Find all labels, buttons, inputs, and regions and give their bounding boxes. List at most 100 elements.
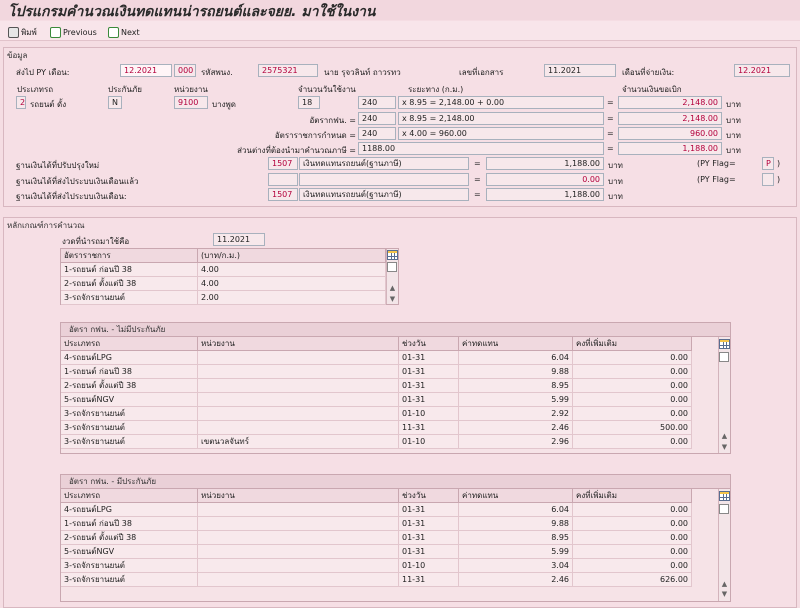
rate-fixed-distance: 240 <box>358 127 396 140</box>
table-cell: 4.00 <box>198 263 386 277</box>
table-cell: 01-10 <box>399 559 459 573</box>
base-send-desc: เงินทดแทนรถยนต์(ฐานภาษี) <box>299 188 469 201</box>
table-row-label: 4-รถยนต์LPG <box>61 351 198 365</box>
py-flag2-field[interactable] <box>762 173 774 186</box>
vehicle-name: รถยนต์ ดั้ง <box>30 100 67 109</box>
rate-fixed-amount: 960.00 <box>618 127 722 140</box>
diff-amount: 1,188.00 <box>618 142 722 155</box>
py-flag-close: ) <box>777 159 781 168</box>
next-button[interactable]: Next <box>108 25 140 39</box>
table-cell: 01-10 <box>399 407 459 421</box>
table-cell: 0.00 <box>573 435 692 449</box>
eq-sign: = <box>474 190 481 199</box>
table-settings-icon[interactable] <box>719 339 730 349</box>
table-row-label: 2-รถยนต์ ตั้งแต่ปี 38 <box>61 379 198 393</box>
select-all-checkbox[interactable] <box>387 262 397 272</box>
table-cell: 01-31 <box>399 503 459 517</box>
eq-sign: = <box>607 98 614 107</box>
py-flag2-close: ) <box>777 175 781 184</box>
scroll-down-icon[interactable]: ▼ <box>387 294 398 304</box>
previous-label: Previous <box>63 27 97 37</box>
select-all-checkbox[interactable] <box>719 504 729 514</box>
unit-code-field[interactable]: 9100 <box>174 96 208 109</box>
baht-unit: บาท <box>608 161 623 170</box>
pay-month-field[interactable]: 12.2021 <box>734 64 790 77</box>
table-row-label: 3-รถจักรยานยนต์ <box>61 573 198 587</box>
send-py-month-field[interactable]: 12.2021 <box>120 64 172 77</box>
table-cell: 11-31 <box>399 421 459 435</box>
table-cell: เขตนวลจันทร์ <box>198 435 399 449</box>
rate-fixed-label: อัตราราชการกำหนด = <box>274 131 356 140</box>
distance-header: ระยะทาง (ก.ม.) <box>408 85 464 94</box>
table-cell <box>198 517 399 531</box>
gov-rates-table: อัตราราชการ (บาท/ก.ม.) 1-รถยนต์ ก่อนปี 38 4… <box>60 248 399 305</box>
select-all-checkbox[interactable] <box>719 352 729 362</box>
table-cell: 01-31 <box>399 379 459 393</box>
base-send-amount: 1,188.00 <box>486 188 604 201</box>
table-settings-icon[interactable] <box>387 250 398 260</box>
uninsured-scrollbar[interactable]: ▲ ▼ <box>718 337 730 453</box>
scroll-down-icon[interactable]: ▼ <box>719 589 730 599</box>
code-field[interactable]: 000 <box>174 64 196 77</box>
table-cell: 2.96 <box>459 435 573 449</box>
scroll-up-icon[interactable]: ▲ <box>719 431 730 441</box>
table-cell: 0.00 <box>573 545 692 559</box>
period-label: งวดที่นำรถมาใช้คือ <box>62 237 130 246</box>
column-header: ค่าทดแทน <box>459 489 573 503</box>
table-cell: 0.00 <box>573 351 692 365</box>
table-cell <box>198 573 399 587</box>
scroll-up-icon[interactable]: ▲ <box>387 283 398 293</box>
emp-name: นาย รุจวลินท์ ถาวรทว <box>324 68 401 77</box>
table-settings-icon[interactable] <box>719 491 730 501</box>
table-cell <box>198 559 399 573</box>
vehicle-code-field[interactable]: 2 <box>16 96 26 109</box>
doc-no-label: เลขที่เอกสาร <box>459 68 504 77</box>
distance-field[interactable]: 240 <box>358 96 396 109</box>
table-row-label: 3-รถจักรยานยนต์ <box>61 559 198 573</box>
baht-unit: บาท <box>726 100 741 109</box>
table-cell: 5.99 <box>459 545 573 559</box>
days-field[interactable]: 18 <box>298 96 320 109</box>
gov-rates-scrollbar[interactable]: ▲ ▼ <box>386 249 398 304</box>
table-cell: 0.00 <box>573 531 692 545</box>
table-cell: 8.95 <box>459 379 573 393</box>
base-new-amount: 1,188.00 <box>486 157 604 170</box>
base-new-label: ฐานเงินได้ที่ปรับปรุงใหม่ <box>16 161 100 170</box>
py-flag-label: (PY Flag= <box>697 159 736 168</box>
insured-scrollbar[interactable]: ▲ ▼ <box>718 489 730 601</box>
table-cell: 11-31 <box>399 573 459 587</box>
uninsured-table-title: อัตรา กฟน. - ไม่มีประกันภัย <box>61 323 730 337</box>
rate-company-distance: 240 <box>358 112 396 125</box>
scroll-down-icon[interactable]: ▼ <box>719 442 730 452</box>
table-cell <box>198 393 399 407</box>
table-row-label: 3-รถจักรยานยนต์ <box>61 435 198 449</box>
insurance-field[interactable]: N <box>108 96 122 109</box>
scroll-up-icon[interactable]: ▲ <box>719 579 730 589</box>
column-header: (บาท/ก.ม.) <box>198 249 386 263</box>
print-label: พิมพ์ <box>21 27 37 37</box>
table-row-label: 5-รถยนต์NGV <box>61 545 198 559</box>
emp-id-field[interactable]: 2575321 <box>258 64 318 77</box>
column-header: หน่วยงาน <box>198 337 399 351</box>
pay-month-label: เดือนที่จ่ายเงิน: <box>622 68 675 77</box>
unit-name: บางพูด <box>212 100 236 109</box>
table-cell: 0.00 <box>573 559 692 573</box>
table-cell: 0.00 <box>573 365 692 379</box>
py-flag-field[interactable]: P <box>762 157 774 170</box>
previous-button[interactable]: Previous <box>50 25 97 39</box>
base-prev-desc <box>299 173 469 186</box>
table-cell: 0.00 <box>573 517 692 531</box>
rate-company-formula: x 8.95 = 2,148.00 <box>398 112 604 125</box>
base-send-code: 1507 <box>268 188 298 201</box>
rate-fixed-formula: x 4.00 = 960.00 <box>398 127 604 140</box>
column-header: คงที่เพิ่มเติม <box>573 337 692 351</box>
table-cell: 0.00 <box>573 379 692 393</box>
table-row-label: 1-รถยนต์ ก่อนปี 38 <box>61 263 198 277</box>
table-cell: 2.00 <box>198 291 386 305</box>
print-button[interactable]: พิมพ์ <box>8 25 37 39</box>
column-header: ช่วงวัน <box>399 489 459 503</box>
doc-no-field[interactable]: 11.2021 <box>544 64 616 77</box>
base-send-label: ฐานเงินได้ที่ส่งไประบบเงินเดือน: <box>16 192 127 201</box>
table-cell: 2.92 <box>459 407 573 421</box>
table-cell: 2.46 <box>459 573 573 587</box>
